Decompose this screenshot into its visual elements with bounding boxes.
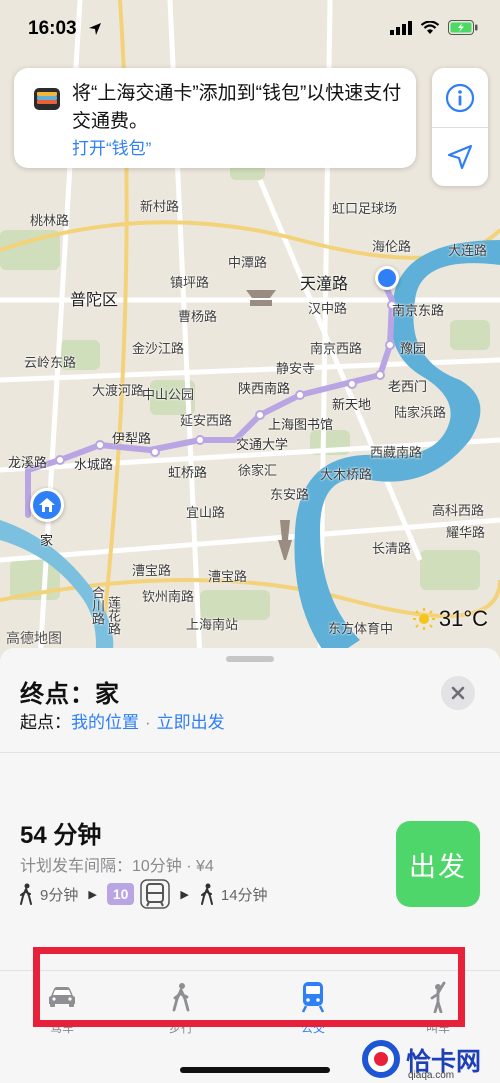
wifi-icon: [420, 20, 440, 34]
watermark-logo-icon: [362, 1040, 400, 1078]
map-label-zhongtan: 中潭路: [228, 255, 268, 270]
map-label-dalian: 大连路: [448, 243, 488, 258]
map-label-yuyuan: 豫园: [400, 341, 427, 356]
map-label-longxi: 龙溪路: [8, 455, 48, 470]
close-icon: [451, 686, 465, 700]
map-view[interactable]: 普陀区 桃林路 新村路 镇坪路 中潭路 天潼路 海伦路 虹口足球场 大连路 汉中…: [0, 0, 500, 660]
map-label-putuo: 普陀区: [70, 292, 119, 309]
wallet-banner-text: 将“上海交通卡”添加到“钱包”以快速支付交通费。: [72, 83, 402, 132]
close-button[interactable]: [441, 676, 475, 710]
destination-title: 终点：家: [20, 681, 120, 708]
map-label-zhenping: 镇坪路: [170, 275, 210, 290]
map-label-hailun: 海伦路: [372, 239, 412, 254]
house-icon: [39, 498, 55, 512]
map-label-dongan: 东安路: [270, 487, 310, 502]
map-label-nanjing-west: 南京西路: [310, 341, 363, 356]
walk-icon: [20, 883, 32, 905]
route-option[interactable]: 54 分钟 计划发车间隔：10分钟 · ¥4 9分钟 ▶ 10 ▶ 14分钟 出…: [0, 753, 500, 973]
step-arrow-icon: ▶: [180, 888, 189, 901]
map-label-changqing: 长清路: [372, 541, 412, 556]
map-label-caobao2: 漕宝路: [208, 569, 248, 584]
map-label-zhongshan: 中山公园: [142, 387, 195, 402]
map-label-shaanxi: 陕西南路: [238, 381, 291, 396]
route-steps: 9分钟 ▶ 10 ▶ 14分钟: [18, 879, 268, 909]
map-label-south-station: 上海南站: [186, 617, 239, 632]
wallet-icon: [34, 88, 60, 110]
metro-line-badge: 10: [106, 883, 135, 905]
map-label-nanjing-east: 南京东路: [392, 303, 445, 318]
walk-icon: [200, 883, 213, 905]
go-button[interactable]: 出发: [396, 821, 480, 907]
map-label-jingan: 静安寺: [276, 361, 316, 376]
sun-icon: [412, 608, 435, 630]
map-label-yanan: 延安西路: [180, 413, 233, 428]
info-icon: [445, 83, 475, 112]
walk-duration-2: 14分钟: [220, 886, 268, 904]
map-label-yaohua: 耀华路: [446, 525, 486, 540]
map-label-xintiandi: 新天地: [332, 397, 372, 412]
origin-line: 起点：我的位置 · 立即出发: [20, 708, 225, 733]
depart-time-link[interactable]: 立即出发: [157, 713, 225, 732]
highlight-box: [33, 947, 465, 1027]
watermark: 恰卡网 qiaqa.com: [360, 1030, 500, 1083]
map-label-lujiabang: 陆家浜路: [394, 405, 447, 420]
watermark-url: qiaqa.com: [408, 1070, 455, 1081]
map-label-shuicheng: 水城路: [74, 457, 114, 472]
map-label-hongkou: 虹口足球场: [332, 201, 398, 216]
battery-icon: [448, 20, 478, 35]
map-label-tiantong: 天潼路: [300, 276, 349, 293]
map-attribution: 高德地图: [6, 630, 62, 646]
map-label-gaokexi: 高科西路: [432, 503, 485, 518]
map-label-hongqiao: 虹桥路: [168, 465, 208, 480]
status-bar: 16:03: [0, 0, 500, 44]
map-label-laoximen: 老西门: [388, 379, 428, 394]
map-label-dongfang: 东方体育中: [328, 621, 394, 636]
map-label-xizang: 西藏南路: [370, 445, 423, 460]
location-arrow-icon: [89, 23, 101, 35]
home-indicator[interactable]: [180, 1067, 330, 1073]
current-location-dot: [375, 266, 399, 290]
locate-me-button[interactable]: [432, 127, 488, 186]
status-time: 16:03: [28, 18, 77, 39]
step-arrow-icon: ▶: [88, 888, 97, 901]
status-indicators: [390, 20, 478, 35]
separator-dot: ·: [145, 713, 151, 732]
map-controls: [432, 68, 488, 186]
route-duration: 54 分钟: [20, 822, 102, 849]
map-label-xinchun: 新村路: [140, 199, 180, 214]
open-wallet-link[interactable]: 打开“钱包”: [72, 134, 151, 159]
weather-widget: 31°C: [412, 606, 488, 632]
map-label-library: 上海图书馆: [268, 417, 334, 432]
map-label-hanzhong: 汉中路: [308, 301, 348, 316]
map-label-home: 家: [40, 533, 54, 548]
weather-temp: 31°C: [438, 606, 488, 631]
navigation-arrow-icon: [447, 144, 473, 169]
map-label-yishan: 宜山路: [186, 505, 226, 520]
map-label-xujiahui: 徐家汇: [238, 463, 278, 478]
map-label-qinzhou: 钦州南路: [142, 589, 195, 604]
map-label-caoyang: 曹杨路: [178, 309, 218, 324]
map-label-yili: 伊犁路: [112, 431, 152, 446]
map-label-caobao: 漕宝路: [132, 563, 172, 578]
home-marker[interactable]: [30, 488, 64, 522]
map-label-lianhua: 莲花路: [106, 596, 121, 635]
map-label-yunling: 云岭东路: [24, 355, 77, 370]
map-label-jinshajiang: 金沙江路: [132, 341, 185, 356]
map-label-damuqiao: 大木桥路: [320, 467, 373, 482]
signal-icon: [390, 20, 412, 35]
origin-value-link[interactable]: 我的位置: [71, 713, 139, 732]
map-label-jiaotong: 交通大学: [236, 437, 289, 452]
origin-prefix: 起点：: [20, 713, 71, 732]
info-button[interactable]: [432, 68, 488, 127]
wallet-banner[interactable]: 将“上海交通卡”添加到“钱包”以快速支付交通费。 打开“钱包”: [14, 68, 416, 168]
metro-train-icon: [140, 879, 171, 909]
walk-duration-1: 9分钟: [40, 886, 79, 904]
map-label-taolin: 桃林路: [30, 213, 70, 228]
route-info: 计划发车间隔：10分钟 · ¥4: [20, 858, 214, 875]
map-label-daduhe: 大渡河路: [92, 383, 145, 398]
sheet-grabber[interactable]: [226, 656, 274, 662]
